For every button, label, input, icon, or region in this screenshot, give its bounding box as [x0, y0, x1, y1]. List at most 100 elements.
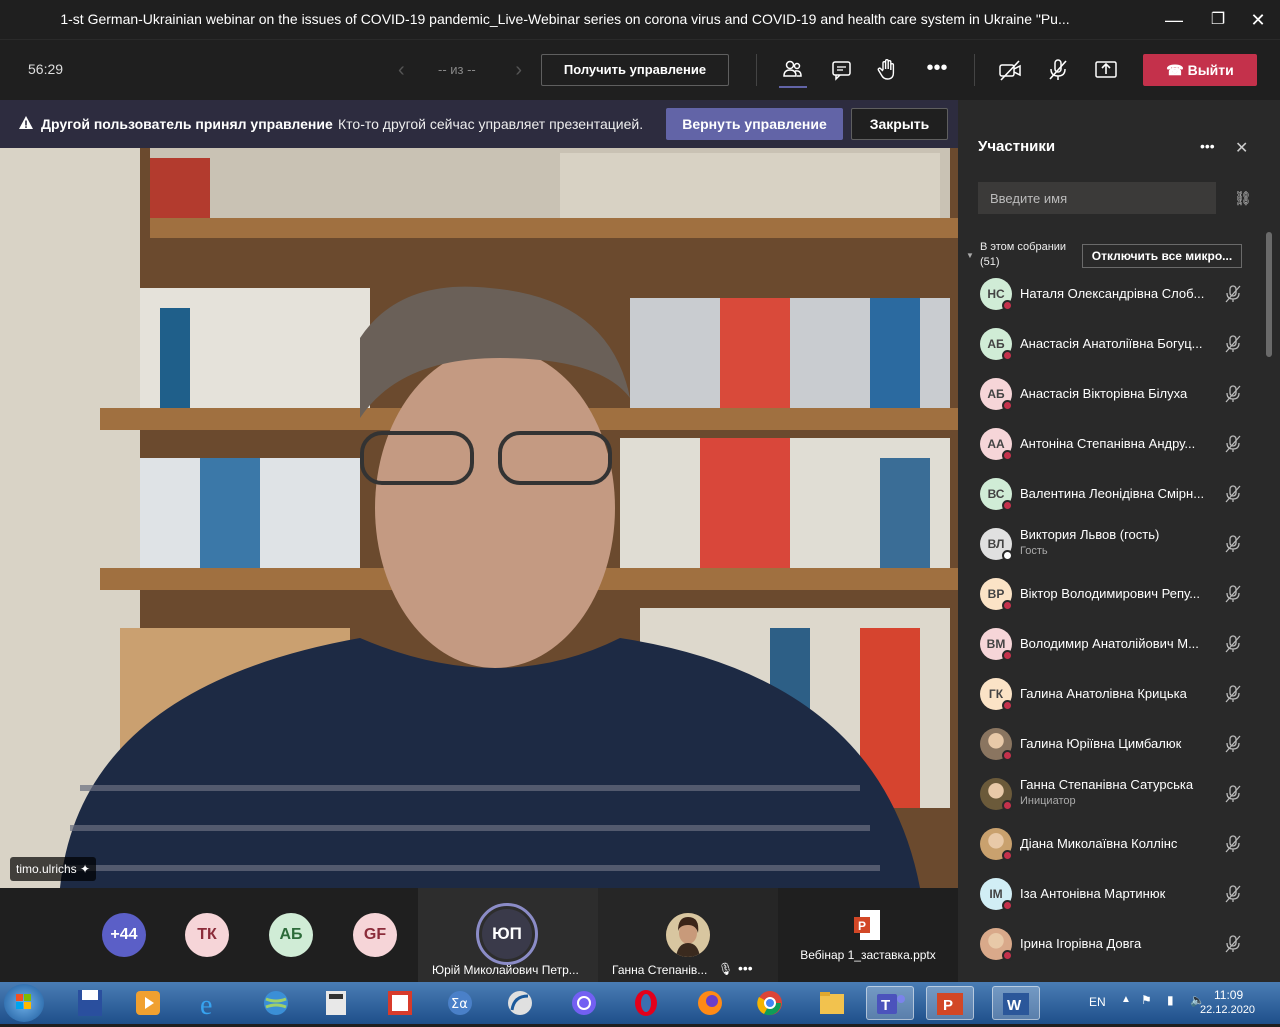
- participant-row[interactable]: ВЛ Виктория Львов (гость) Гость: [978, 524, 1258, 564]
- title-bar: 1-st German-Ukrainian webinar on the iss…: [0, 0, 1280, 40]
- meeting-toolbar: 56:29 ‹ -- из -- › Получить управление •…: [0, 40, 1280, 100]
- powerpoint-icon: P: [854, 910, 880, 940]
- mic-muted-icon: [1224, 384, 1242, 409]
- save-app-icon[interactable]: [66, 986, 114, 1020]
- mic-off-icon[interactable]: [1044, 56, 1072, 84]
- network-icon[interactable]: ▮: [1167, 993, 1174, 1007]
- flag-icon[interactable]: ⚑: [1141, 993, 1152, 1007]
- busy-status-icon: [1002, 500, 1013, 511]
- svg-text:P: P: [858, 919, 866, 933]
- hang-up-icon: ☎: [1166, 62, 1188, 78]
- main-video: [0, 148, 958, 888]
- participant-row[interactable]: ГК Галина Анатолівна Крицька: [978, 674, 1258, 714]
- share-icon[interactable]: [1092, 56, 1120, 84]
- word-icon[interactable]: W: [992, 986, 1040, 1020]
- participant-avatar[interactable]: GF: [353, 913, 397, 957]
- start-button[interactable]: [4, 984, 44, 1022]
- minimize-button[interactable]: —: [1162, 8, 1186, 32]
- participant-row[interactable]: ВР Віктор Володимирович Репу...: [978, 574, 1258, 614]
- participant-photo: [666, 913, 710, 957]
- presenter-avatar: ЮП: [482, 909, 532, 959]
- close-banner-button[interactable]: Закрыть: [851, 108, 948, 140]
- participant-row[interactable]: ВС Валентина Леонідівна Смірн...: [978, 474, 1258, 514]
- raise-hand-icon[interactable]: [874, 56, 902, 84]
- participant-row[interactable]: Ірина Ігорівна Довга: [978, 924, 1258, 964]
- file-explorer-icon[interactable]: [808, 986, 856, 1020]
- busy-status-icon: [1002, 800, 1013, 811]
- previous-slide-button[interactable]: ‹: [398, 59, 405, 82]
- mic-muted-icon: [1224, 334, 1242, 359]
- svg-text:W: W: [1007, 997, 1022, 1014]
- leave-button[interactable]: ☎ Выйти: [1143, 54, 1257, 86]
- more-icon[interactable]: •••: [923, 56, 951, 84]
- muted-icon: 🎙: [718, 962, 734, 976]
- chat-icon[interactable]: [828, 56, 856, 84]
- panel-close-icon[interactable]: ✕: [1235, 138, 1248, 158]
- clock-time[interactable]: 11:09: [1214, 988, 1243, 1002]
- take-back-control-button[interactable]: Вернуть управление: [666, 108, 843, 140]
- toolbar-divider: [974, 54, 975, 86]
- media-player-icon[interactable]: [124, 986, 172, 1020]
- shared-file-tile[interactable]: P Вебінар 1_заставка.pptx: [778, 888, 958, 982]
- viber-icon[interactable]: [560, 986, 608, 1020]
- camera-off-icon[interactable]: [996, 56, 1024, 84]
- powerpoint-taskbar-icon[interactable]: P: [926, 986, 974, 1020]
- math-app-icon[interactable]: Σα: [436, 986, 484, 1020]
- mic-muted-icon: [1224, 434, 1242, 459]
- mic-muted-icon: [1224, 684, 1242, 709]
- participant-row[interactable]: АА Антоніна Степанівна Андру...: [978, 424, 1258, 464]
- participant-row[interactable]: ВМ Володимир Анатолійович М...: [978, 624, 1258, 664]
- participant-name: Виктория Львов (гость): [1020, 527, 1160, 542]
- take-control-button[interactable]: Получить управление: [541, 54, 729, 86]
- internet-explorer-icon[interactable]: e: [188, 986, 236, 1021]
- mute-all-button[interactable]: Отключить все микро...: [1082, 244, 1242, 268]
- participant-name: Галина Юріївна Цимбалюк: [1020, 736, 1182, 751]
- teams-icon[interactable]: T: [866, 986, 914, 1020]
- participant-row[interactable]: Галина Юріївна Цимбалюк: [978, 724, 1258, 764]
- red-app-icon[interactable]: [376, 986, 424, 1020]
- window-title: 1-st German-Ukrainian webinar on the iss…: [60, 11, 1070, 27]
- close-window-button[interactable]: ✕: [1246, 8, 1270, 32]
- mic-muted-icon: [1224, 834, 1242, 859]
- chrome-icon[interactable]: [746, 986, 794, 1020]
- clock-date[interactable]: 22.12.2020: [1200, 1004, 1255, 1016]
- panel-scrollbar[interactable]: [1266, 232, 1272, 357]
- participant-row[interactable]: АБ Анастасія Вікторівна Білуха: [978, 374, 1258, 414]
- presenter-tile[interactable]: ЮП Юрій Миколайович Петр...: [418, 888, 598, 982]
- next-slide-button[interactable]: ›: [515, 59, 522, 82]
- participant-row[interactable]: НС Наталя Олександрівна Слоб...: [978, 274, 1258, 314]
- maximize-button[interactable]: ❐: [1206, 8, 1230, 32]
- tray-expand-icon[interactable]: ▲: [1121, 994, 1131, 1005]
- slide-counter: -- из --: [438, 62, 476, 77]
- panel-more-icon[interactable]: •••: [1200, 138, 1215, 154]
- banner-text: Кто-то другой сейчас управляет презентац…: [338, 116, 644, 132]
- busy-status-icon: [1002, 300, 1013, 311]
- participant-avatar[interactable]: ТК: [185, 913, 229, 957]
- participant-row[interactable]: ІМ Іза Антонівна Мартинюк: [978, 874, 1258, 914]
- arc-app-icon[interactable]: [496, 986, 544, 1020]
- participant-search-input[interactable]: [978, 182, 1216, 214]
- participant-name: Діана Миколаївна Коллінс: [1020, 836, 1178, 851]
- tile-more-icon[interactable]: •••: [738, 960, 753, 976]
- active-tab-indicator: [779, 86, 807, 88]
- mic-muted-icon: [1224, 484, 1242, 509]
- participant-row[interactable]: АБ Анастасія Анатоліївна Богуц...: [978, 324, 1258, 364]
- participant-role: Гость: [1020, 545, 1048, 557]
- participant-avatar[interactable]: АБ: [269, 913, 313, 957]
- svg-text:T: T: [881, 997, 890, 1014]
- globe-app-icon[interactable]: [252, 986, 300, 1020]
- more-participants-badge[interactable]: +44: [102, 913, 146, 957]
- presenter-name: Юрій Миколайович Петр...: [432, 963, 579, 977]
- firefox-icon[interactable]: [686, 986, 734, 1020]
- people-icon[interactable]: [779, 56, 807, 88]
- participant-row[interactable]: Ганна Степанівна Сатурська Инициатор: [978, 774, 1258, 814]
- busy-status-icon: [1002, 450, 1013, 461]
- mic-muted-icon: [1224, 934, 1242, 959]
- opera-icon[interactable]: [622, 986, 670, 1020]
- participant-name: Ірина Ігорівна Довга: [1020, 936, 1142, 951]
- link-icon[interactable]: ⛓: [1234, 190, 1252, 207]
- participant-row[interactable]: Діана Миколаївна Коллінс: [978, 824, 1258, 864]
- participant-tile[interactable]: Ганна Степанів... 🎙 •••: [598, 888, 778, 982]
- language-indicator[interactable]: EN: [1089, 995, 1106, 1009]
- calculator-app-icon[interactable]: [312, 986, 360, 1020]
